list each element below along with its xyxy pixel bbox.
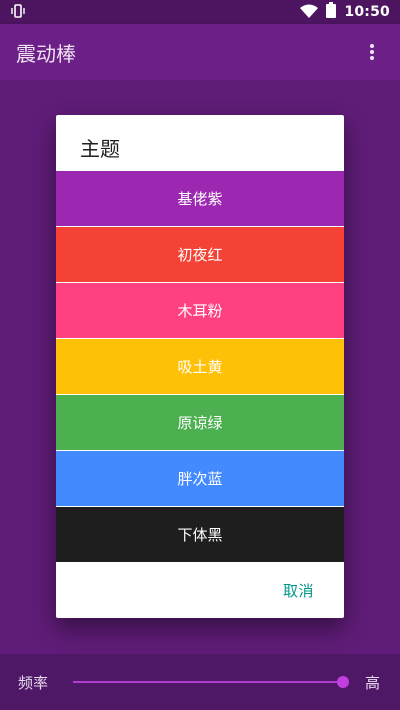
theme-option-yellow[interactable]: 吸土黄	[56, 339, 344, 394]
status-right: 10:50	[300, 2, 390, 22]
app-bar: 震动棒	[0, 24, 400, 80]
app-title: 震动棒	[16, 41, 76, 66]
dialog-actions: 取消	[56, 563, 344, 618]
theme-option-pink[interactable]: 木耳粉	[56, 283, 344, 338]
theme-option-purple[interactable]: 基佬紫	[56, 171, 344, 226]
battery-icon	[326, 2, 337, 22]
high-label: 高	[365, 673, 381, 692]
cancel-button[interactable]: 取消	[283, 580, 314, 601]
more-vert-icon[interactable]	[360, 40, 384, 64]
wifi-icon	[300, 3, 319, 22]
frequency-slider[interactable]	[73, 670, 349, 694]
theme-option-list: 基佬紫 初夜红 木耳粉 吸土黄 原谅绿 胖次蓝 下体黑	[56, 171, 344, 562]
slider-track	[73, 681, 343, 683]
theme-option-green[interactable]: 原谅绿	[56, 395, 344, 450]
status-left	[10, 3, 26, 22]
theme-dialog: 主题 基佬紫 初夜红 木耳粉 吸土黄 原谅绿 胖次蓝 下体黑 取消	[56, 115, 344, 618]
slider-thumb[interactable]	[337, 676, 349, 688]
theme-option-black[interactable]: 下体黑	[56, 507, 344, 562]
frequency-label: 频率	[18, 673, 49, 692]
theme-option-blue[interactable]: 胖次蓝	[56, 451, 344, 506]
vibrate-icon	[10, 3, 26, 22]
status-time: 10:50	[344, 4, 390, 20]
theme-option-red[interactable]: 初夜红	[56, 227, 344, 282]
dialog-title: 主题	[80, 137, 120, 161]
status-bar: 10:50	[0, 0, 400, 24]
bottom-bar: 频率 高	[0, 654, 400, 710]
